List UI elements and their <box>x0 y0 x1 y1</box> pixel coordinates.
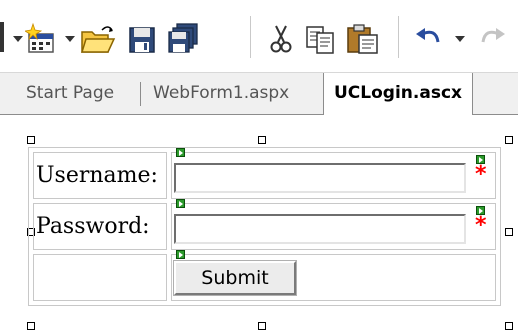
password-required-validator: * <box>475 213 487 238</box>
document-tab-strip: Start Page WebForm1.aspx UCLogin.ascx <box>0 73 518 115</box>
chevron-down-icon[interactable] <box>455 36 465 42</box>
username-label: Username: <box>36 163 158 188</box>
standard-toolbar <box>0 0 518 73</box>
chevron-down-icon[interactable] <box>13 36 23 42</box>
tab-start-page[interactable]: Start Page <box>16 73 124 114</box>
resize-handle-bottom[interactable] <box>258 322 266 330</box>
resize-handle-right[interactable] <box>505 228 513 236</box>
password-label: Password: <box>36 214 150 239</box>
username-label-cell: Username: <box>33 152 167 199</box>
smart-tag-icon[interactable] <box>176 148 185 157</box>
password-label-cell: Password: <box>33 203 167 250</box>
resize-handle-bottom-right[interactable] <box>505 322 513 330</box>
table-row: Submit <box>33 250 496 301</box>
save-all-icon[interactable] <box>166 22 200 56</box>
resize-handle-top[interactable] <box>258 136 266 144</box>
login-table[interactable]: Username: * Password: * Submit <box>28 147 501 306</box>
empty-cell <box>33 254 167 301</box>
resize-handle-top-left[interactable] <box>27 136 35 144</box>
username-required-validator: * <box>475 162 487 187</box>
smart-tag-icon[interactable] <box>176 250 185 259</box>
toolbar-separator <box>398 16 399 58</box>
resize-handle-bottom-left[interactable] <box>27 322 35 330</box>
username-field-cell: * <box>171 148 496 199</box>
submit-cell: Submit <box>171 250 496 301</box>
table-row: Password: * <box>33 199 496 250</box>
undo-icon[interactable] <box>412 22 446 56</box>
chevron-down-icon[interactable] <box>65 36 75 42</box>
open-file-icon[interactable] <box>80 22 116 56</box>
new-project-icon[interactable] <box>25 22 59 56</box>
paste-icon[interactable] <box>345 22 381 56</box>
smart-tag-icon[interactable] <box>176 199 185 208</box>
save-icon[interactable] <box>126 22 158 56</box>
password-field-cell: * <box>171 199 496 250</box>
toolbar-grip[interactable] <box>0 22 4 52</box>
redo-icon <box>481 28 505 43</box>
table-row: Username: * <box>33 148 496 199</box>
cut-icon[interactable] <box>266 22 296 56</box>
tab-webform1[interactable]: WebForm1.aspx <box>143 73 299 114</box>
toolbar-separator <box>250 16 251 58</box>
tab-uclogin[interactable]: UCLogin.ascx <box>323 73 473 115</box>
submit-button[interactable]: Submit <box>173 260 297 296</box>
tab-separator <box>140 82 141 106</box>
password-field[interactable] <box>174 214 466 244</box>
design-surface[interactable]: Username: * Password: * Submit <box>0 115 518 335</box>
copy-icon[interactable] <box>304 22 338 56</box>
username-field[interactable] <box>174 163 466 193</box>
resize-handle-top-right[interactable] <box>505 136 513 144</box>
